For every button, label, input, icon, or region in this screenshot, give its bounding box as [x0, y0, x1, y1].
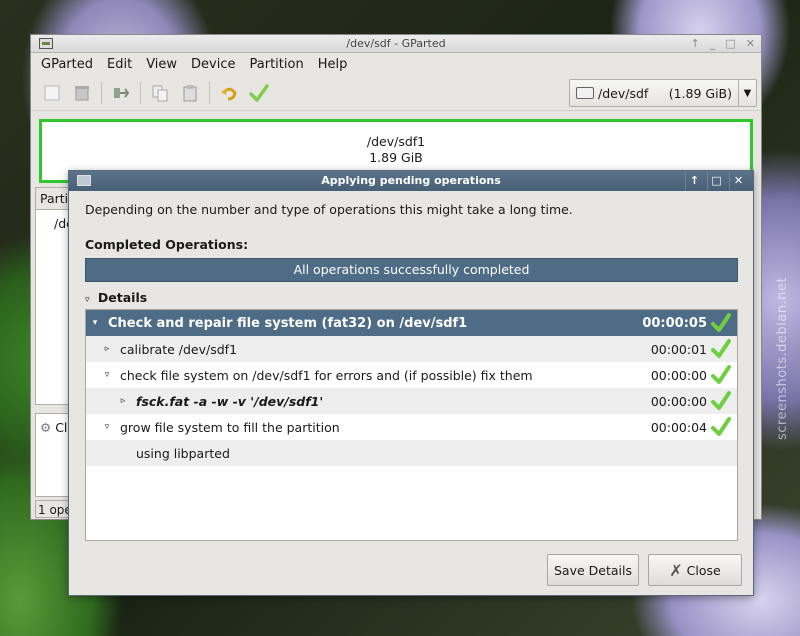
pending-op-text: Cl [55, 420, 68, 435]
tree-row-time: 00:00:01 [650, 341, 707, 357]
delete-partition-icon[interactable] [71, 82, 93, 104]
watermark-text: screenshots.debian.net [775, 277, 790, 440]
tree-row-time: 00:00:00 [650, 367, 707, 383]
progress-bar: All operations successfully completed [85, 258, 738, 282]
expander-open-icon[interactable]: ▿ [100, 370, 114, 380]
dialog-titlebar[interactable]: Applying pending operations ↑ □ ✕ [69, 171, 753, 191]
device-select[interactable]: /dev/sdf (1.89 GiB) ▼ [569, 79, 757, 107]
success-check-icon [711, 339, 731, 358]
progress-text: All operations successfully completed [293, 262, 530, 277]
main-window-title: /dev/sdf - GParted [346, 37, 446, 50]
app-icon [39, 38, 53, 49]
shade-icon[interactable]: ↑ [691, 35, 700, 53]
maximize-icon[interactable]: □ [707, 172, 725, 190]
close-label: Close [686, 562, 721, 578]
menu-help[interactable]: Help [318, 55, 348, 74]
close-button[interactable]: ✗ Close [648, 554, 742, 586]
new-partition-icon[interactable] [41, 82, 63, 104]
tree-row[interactable]: ▹ calibrate /dev/sdf1 00:00:01 [86, 336, 737, 362]
close-icon[interactable]: ✕ [729, 172, 747, 190]
tree-row-text: calibrate /dev/sdf1 [120, 341, 238, 357]
menu-device[interactable]: Device [191, 55, 235, 74]
expander-open-icon: ▿ [85, 295, 90, 305]
success-check-icon [711, 391, 731, 410]
completed-operations-label: Completed Operations: [85, 237, 249, 252]
minimize-icon[interactable]: _ [710, 35, 716, 53]
partition-visual-name: /dev/sdf1 [366, 134, 426, 149]
menu-gparted[interactable]: GParted [41, 55, 93, 74]
resize-move-icon[interactable] [110, 82, 132, 104]
apply-operations-dialog: Applying pending operations ↑ □ ✕ Depend… [68, 170, 754, 596]
tree-row-time: 00:00:04 [650, 419, 707, 435]
tree-row-time: 00:00:00 [650, 393, 707, 409]
toolbar-separator [101, 81, 102, 104]
toolbar-separator [140, 81, 141, 104]
tree-row-text: Check and repair file system (fat32) on … [108, 315, 468, 331]
maximize-icon[interactable]: □ [725, 35, 735, 53]
shade-icon[interactable]: ↑ [685, 172, 703, 190]
toolbar: /dev/sdf (1.89 GiB) ▼ [31, 75, 761, 111]
disk-icon [576, 87, 594, 99]
dropdown-arrow-icon[interactable]: ▼ [738, 80, 756, 106]
save-details-label: Save Details [554, 562, 632, 578]
menu-view[interactable]: View [146, 55, 177, 74]
expander-closed-icon[interactable]: ▹ [100, 344, 114, 354]
toolbar-separator [209, 81, 210, 104]
operations-tree: ▾ Check and repair file system (fat32) o… [85, 309, 738, 541]
device-name: /dev/sdf [598, 85, 649, 101]
tree-row-text: grow file system to fill the partition [120, 419, 340, 435]
success-check-icon [711, 417, 731, 436]
partition-visual-size: 1.89 GiB [369, 150, 423, 165]
tree-row[interactable]: ▾ Check and repair file system (fat32) o… [86, 310, 737, 336]
apply-icon[interactable] [248, 82, 270, 104]
dialog-app-icon [77, 175, 91, 186]
details-label: Details [97, 290, 148, 305]
menu-partition[interactable]: Partition [250, 55, 304, 74]
tree-row[interactable]: ▿ check file system on /dev/sdf1 for err… [86, 362, 737, 388]
tree-row-time: 00:00:05 [642, 315, 707, 331]
copy-icon[interactable] [149, 82, 171, 104]
expander-open-icon[interactable]: ▿ [100, 422, 114, 432]
main-titlebar[interactable]: /dev/sdf - GParted ↑ _ □ ✕ [31, 35, 761, 53]
tree-row[interactable]: using libparted [86, 440, 737, 466]
dialog-title: Applying pending operations [321, 174, 501, 187]
tree-row-text: fsck.fat -a -w -v '/dev/sdf1' [136, 393, 324, 409]
expander-open-icon[interactable]: ▾ [88, 318, 102, 328]
success-check-icon [711, 365, 731, 384]
expander-closed-icon[interactable]: ▹ [116, 396, 130, 406]
close-icon: ✗ [669, 560, 683, 580]
device-size: (1.89 GiB) [668, 85, 732, 101]
tree-row[interactable]: ▹ fsck.fat -a -w -v '/dev/sdf1' 00:00:00 [86, 388, 737, 414]
success-check-icon [711, 313, 731, 332]
tree-row-text: using libparted [136, 445, 230, 461]
tree-row-text: check file system on /dev/sdf1 for error… [120, 367, 533, 383]
close-icon[interactable]: ✕ [746, 35, 755, 53]
menubar: GParted Edit View Device Partition Help [31, 53, 761, 75]
pending-op-icon: ⚙ [40, 420, 52, 435]
menu-edit[interactable]: Edit [107, 55, 132, 74]
save-details-button[interactable]: Save Details [547, 554, 639, 586]
tree-row[interactable]: ▿ grow file system to fill the partition… [86, 414, 737, 440]
undo-icon[interactable] [218, 82, 240, 104]
dialog-description: Depending on the number and type of oper… [85, 202, 573, 217]
details-expander[interactable]: ▿ Details [85, 290, 147, 305]
paste-icon[interactable] [179, 82, 201, 104]
